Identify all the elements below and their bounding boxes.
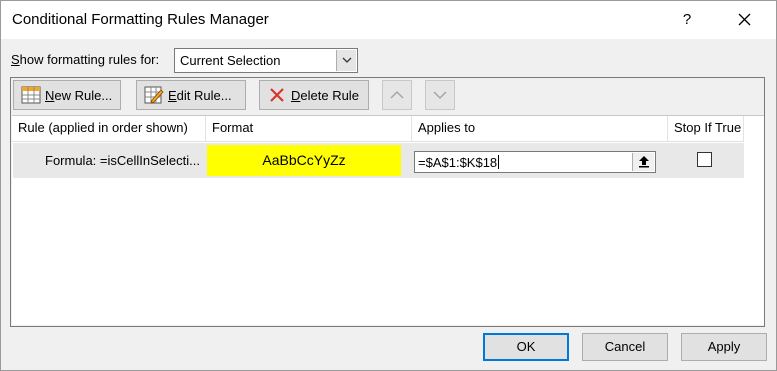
table-row[interactable]: Formula: =isCellInSelecti... AaBbCcYyZz …: [13, 143, 744, 178]
delete-rule-button[interactable]: Delete Rule: [259, 80, 369, 110]
edit-rule-text: dit Rule...: [176, 87, 232, 103]
delete-icon: [266, 85, 288, 105]
cancel-button[interactable]: Cancel: [582, 333, 668, 361]
edit-rule-icon: [143, 85, 165, 105]
delete-rule-label: Delete Rule: [291, 88, 359, 103]
show-rules-select[interactable]: Current Selection: [174, 48, 358, 73]
delete-rule-text: elete Rule: [300, 87, 359, 103]
chevron-down-icon: [433, 91, 447, 99]
title-bar: Conditional Formatting Rules Manager ?: [1, 1, 776, 39]
edit-rule-button[interactable]: Edit Rule...: [136, 80, 246, 110]
delete-rule-accesskey: D: [291, 87, 301, 103]
column-header-format[interactable]: Format: [206, 116, 412, 142]
column-header-stop-if-true[interactable]: Stop If True: [668, 116, 744, 142]
column-header-applies-to[interactable]: Applies to: [412, 116, 668, 142]
conditional-formatting-dialog: Conditional Formatting Rules Manager ? S…: [0, 0, 777, 371]
move-up-button[interactable]: [382, 80, 412, 110]
column-header-rule[interactable]: Rule (applied in order shown): [12, 116, 206, 142]
format-preview: AaBbCcYyZz: [207, 145, 401, 176]
new-rule-accesskey: N: [45, 87, 55, 103]
ok-button[interactable]: OK: [483, 333, 569, 361]
show-rules-label: Show formatting rules for:: [11, 52, 159, 67]
applies-to-value: =$A$1:$K$18: [418, 155, 500, 170]
close-icon: [738, 13, 750, 26]
new-rule-text: ew Rule...: [54, 87, 113, 103]
applies-to-text: =$A$1:$K$18: [418, 155, 498, 170]
rules-grid: Rule (applied in order shown) Format App…: [12, 115, 764, 325]
stop-if-true-checkbox[interactable]: [697, 152, 712, 167]
upload-arrow-icon: [639, 156, 649, 168]
dropdown-button[interactable]: [336, 50, 356, 71]
edit-rule-label: Edit Rule...: [168, 88, 232, 103]
new-rule-icon: [20, 85, 42, 105]
edit-rule-accesskey: E: [168, 87, 177, 103]
show-rules-select-value: Current Selection: [180, 53, 281, 68]
move-down-button[interactable]: [425, 80, 455, 110]
new-rule-button[interactable]: New Rule...: [13, 80, 121, 110]
dialog-title: Conditional Formatting Rules Manager: [12, 11, 269, 28]
help-button[interactable]: ?: [665, 7, 709, 33]
chevron-down-icon: [342, 57, 352, 63]
collapse-dialog-button[interactable]: [632, 153, 654, 171]
chevron-up-icon: [390, 91, 404, 99]
show-rules-label-text: how formatting rules for:: [19, 52, 160, 67]
text-caret: [498, 155, 500, 169]
show-rules-label-accesskey: S: [11, 52, 20, 67]
apply-button[interactable]: Apply: [681, 333, 767, 361]
rule-description: Formula: =isCellInSelecti...: [45, 153, 200, 168]
close-button[interactable]: [721, 7, 767, 33]
new-rule-label: New Rule...: [45, 88, 112, 103]
applies-to-input[interactable]: =$A$1:$K$18: [414, 151, 656, 173]
